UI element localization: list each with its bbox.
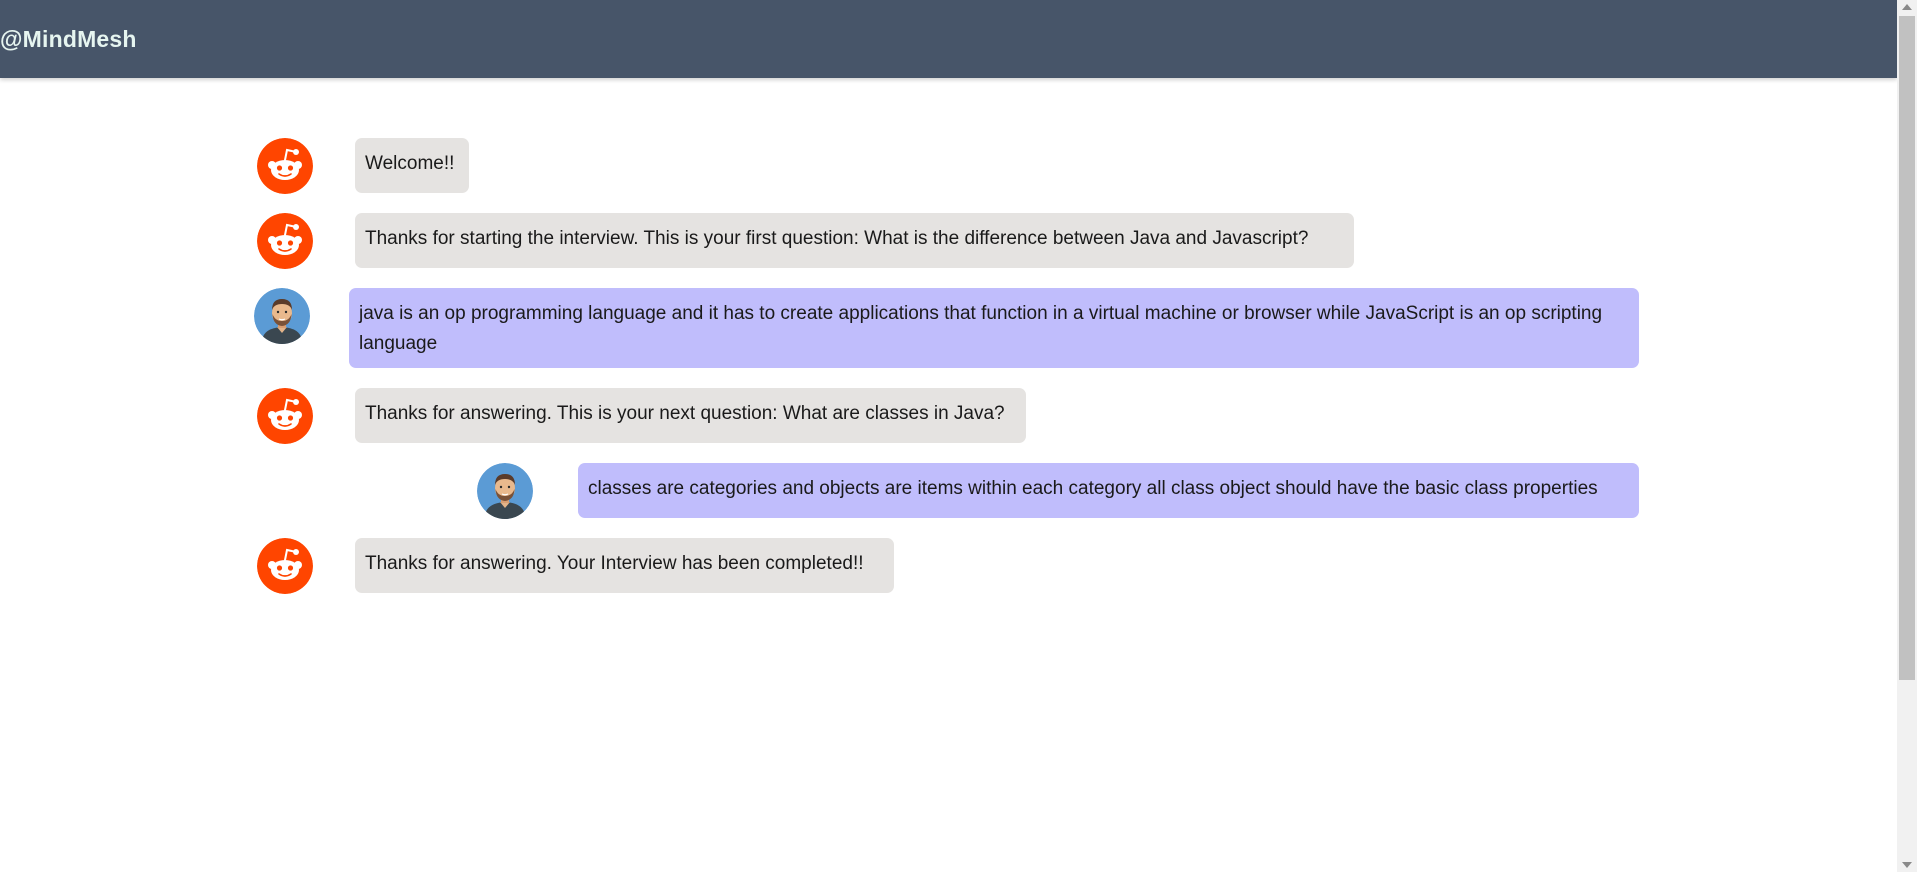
user-avatar-icon — [254, 288, 310, 344]
bot-avatar-icon — [257, 138, 313, 194]
bot-avatar-icon — [257, 538, 313, 594]
top-navbar: @MindMesh — [0, 0, 1897, 78]
user-avatar-icon — [477, 463, 533, 519]
scroll-down-arrow-icon[interactable] — [1902, 862, 1912, 868]
message-text: Welcome!! — [365, 153, 455, 174]
message-bubble: Thanks for answering. This is your next … — [355, 388, 1026, 443]
bot-avatar-icon — [257, 213, 313, 269]
message-text: classes are categories and objects are i… — [588, 478, 1598, 499]
message-text: Thanks for starting the interview. This … — [365, 228, 1309, 249]
message-bubble: Thanks for starting the interview. This … — [355, 213, 1354, 268]
bot-avatar-icon — [257, 388, 313, 444]
scroll-up-arrow-icon[interactable] — [1902, 4, 1912, 10]
message-text: java is an op programming language and i… — [359, 303, 1603, 354]
message-bubble: Thanks for answering. Your Interview has… — [355, 538, 894, 593]
chat-page: @MindMesh Welcome!! Thanks for starting … — [0, 0, 1917, 872]
scrollbar-thumb[interactable] — [1899, 16, 1915, 680]
message-bubble: Welcome!! — [355, 138, 469, 193]
brand-logo-text[interactable]: @MindMesh — [0, 26, 137, 53]
message-text: Thanks for answering. Your Interview has… — [365, 553, 864, 574]
message-bubble: java is an op programming language and i… — [349, 288, 1639, 368]
message-text: Thanks for answering. This is your next … — [365, 403, 1005, 424]
vertical-scrollbar[interactable] — [1897, 0, 1917, 872]
message-bubble: classes are categories and objects are i… — [578, 463, 1639, 518]
